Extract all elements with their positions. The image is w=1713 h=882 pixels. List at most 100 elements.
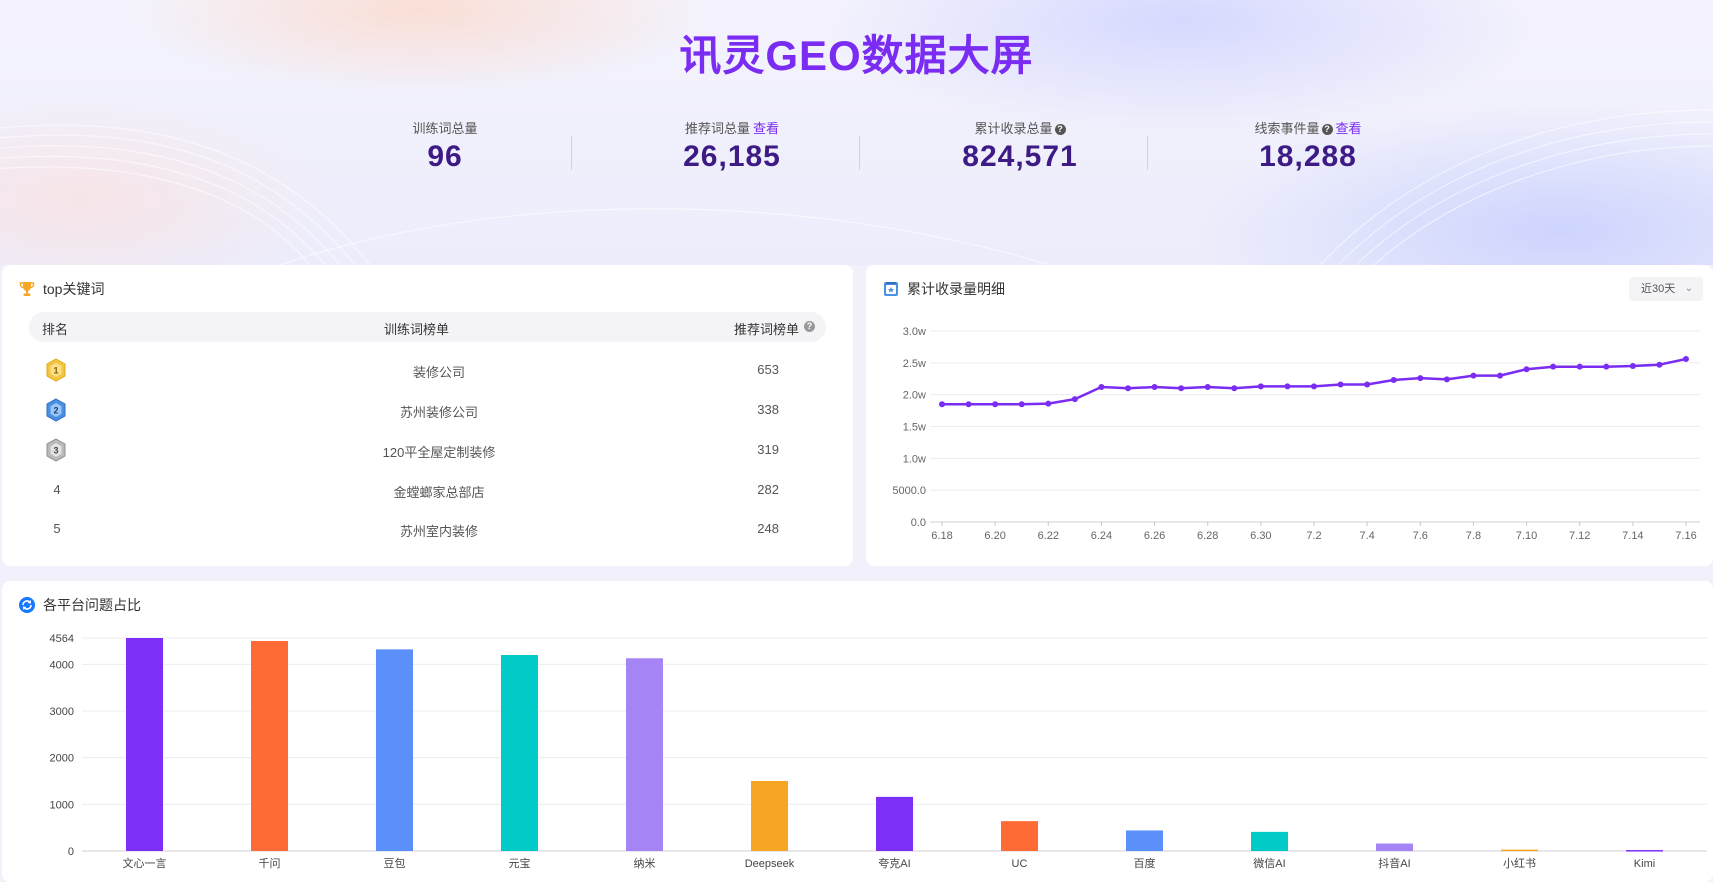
- data-point: [992, 401, 999, 408]
- bar: [1376, 843, 1413, 851]
- stat-divider: [571, 136, 572, 170]
- bar: [751, 780, 788, 851]
- panel-title: top关键词: [18, 279, 104, 299]
- y-tick-label: 1.0w: [903, 453, 926, 465]
- col-recommended-list: 推荐词榜单: [734, 322, 800, 337]
- x-tick-label: 豆包: [384, 857, 406, 870]
- stat-label: 线索事件量: [1254, 121, 1320, 136]
- x-tick-label: 百度: [1134, 856, 1156, 870]
- x-tick-label: 7.12: [1569, 530, 1590, 542]
- stat-divider: [1147, 136, 1148, 170]
- y-tick-label: 0.0: [911, 517, 926, 529]
- data-point: [1204, 384, 1211, 391]
- bar: [501, 654, 538, 851]
- keyword: 苏州室内装修: [399, 524, 478, 539]
- data-point: [1018, 401, 1025, 408]
- data-point: [1629, 363, 1636, 370]
- count: 319: [757, 442, 779, 457]
- y-tick-label: 2.5w: [903, 358, 926, 370]
- data-point: [1656, 361, 1663, 368]
- data-point: [1178, 385, 1185, 392]
- help-icon[interactable]: ?: [1054, 124, 1066, 135]
- data-point: [1497, 372, 1503, 379]
- stat-value: 26,185: [683, 140, 781, 173]
- x-tick-label: 7.6: [1413, 530, 1428, 542]
- x-tick-label: 7.8: [1466, 530, 1481, 542]
- bar: [126, 638, 163, 851]
- x-tick-label: Kimi: [1634, 858, 1655, 870]
- col-training-list: 训练词榜单: [384, 322, 450, 337]
- stat-recommended-words: 推荐词总量 查看 26,185: [587, 118, 877, 174]
- data-point: [1364, 381, 1371, 388]
- data-point: [1257, 383, 1264, 390]
- view-recommended-link[interactable]: 查看: [753, 121, 779, 136]
- data-point: [1045, 400, 1052, 407]
- data-point: [1576, 363, 1583, 370]
- col-rank: 排名: [42, 322, 69, 337]
- table-row: 4 金螳螂家总部店 282: [29, 470, 826, 510]
- stat-value: 96: [427, 140, 463, 173]
- trophy-icon: [19, 282, 35, 296]
- y-tick-label: 1.5w: [903, 422, 926, 434]
- y-tick-label: 0: [68, 846, 74, 858]
- x-tick-label: 纳米: [634, 857, 656, 870]
- data-point: [1417, 375, 1424, 382]
- x-tick-label: 抖音AI: [1378, 856, 1410, 870]
- data-point: [1231, 385, 1238, 392]
- stat-lead-events: 线索事件量? 查看 18,288: [1163, 118, 1453, 174]
- count: 282: [757, 482, 779, 497]
- data-point: [1311, 383, 1317, 390]
- data-point: [1071, 396, 1078, 403]
- stats-bar: 训练词总量 96 推荐词总量 查看 26,185 累计收录总量? 824,571 …: [300, 118, 1460, 188]
- stat-value: 824,571: [962, 140, 1078, 173]
- x-tick-label: 6.18: [931, 530, 952, 542]
- stat-training-words: 训练词总量 96: [300, 118, 590, 174]
- y-tick-label: 2000: [50, 753, 74, 765]
- x-tick-label: 6.30: [1250, 530, 1271, 542]
- table-row: 5 苏州室内装修 248: [29, 509, 826, 549]
- data-point: [1284, 383, 1291, 390]
- data-point: [1683, 356, 1689, 363]
- data-point: [1470, 372, 1477, 379]
- stat-label: 累计收录总量: [974, 121, 1053, 136]
- bar: [876, 796, 913, 851]
- x-tick-label: 6.20: [984, 530, 1005, 542]
- svg-text:3: 3: [53, 446, 58, 456]
- bar: [1126, 830, 1163, 851]
- x-tick-label: 7.2: [1306, 530, 1321, 542]
- count: 653: [757, 362, 779, 377]
- x-tick-label: 文心一言: [123, 856, 167, 870]
- data-point: [965, 401, 972, 408]
- x-tick-label: 7.14: [1622, 530, 1643, 542]
- x-tick-label: 元宝: [509, 856, 531, 870]
- bar: [1251, 831, 1288, 851]
- x-tick-label: 微信AI: [1253, 856, 1285, 870]
- x-tick-label: 6.22: [1038, 530, 1059, 542]
- bar: [1626, 850, 1663, 852]
- help-icon[interactable]: ?: [1321, 124, 1333, 135]
- data-point: [1151, 384, 1158, 391]
- data-point: [1550, 363, 1557, 370]
- keyword: 金螳螂家总部店: [393, 485, 485, 500]
- table-row: 1 装修公司 653: [29, 350, 826, 390]
- keyword: 苏州装修公司: [399, 405, 478, 420]
- gold-medal-icon: 1: [46, 358, 66, 382]
- rank: 4: [53, 482, 61, 497]
- x-tick-label: 6.28: [1197, 530, 1218, 542]
- data-point: [1125, 385, 1131, 392]
- stat-total-indexed: 累计收录总量? 824,571: [875, 118, 1165, 174]
- help-icon[interactable]: ?: [804, 321, 815, 332]
- stat-label: 推荐词总量: [684, 121, 750, 136]
- stat-divider: [859, 136, 860, 170]
- table-header: 排名 训练词榜单 推荐词榜单 ?: [29, 312, 826, 342]
- view-leads-link[interactable]: 查看: [1336, 121, 1362, 136]
- table-row: 2 苏州装修公司 338: [29, 390, 826, 430]
- bar: [376, 649, 413, 851]
- bar-chart: 0 1000 2000 3000 4000 4564 文心一言 千问 豆包 元宝 纳米 Deepsee…: [50, 633, 1707, 870]
- data-point: [1443, 376, 1450, 383]
- data-point: [1390, 377, 1397, 384]
- svg-text:2: 2: [53, 406, 58, 416]
- y-tick-label: 3.0w: [903, 326, 926, 338]
- y-tick-label: 5000.0: [892, 485, 926, 497]
- x-tick-label: 夸克AI: [878, 856, 910, 870]
